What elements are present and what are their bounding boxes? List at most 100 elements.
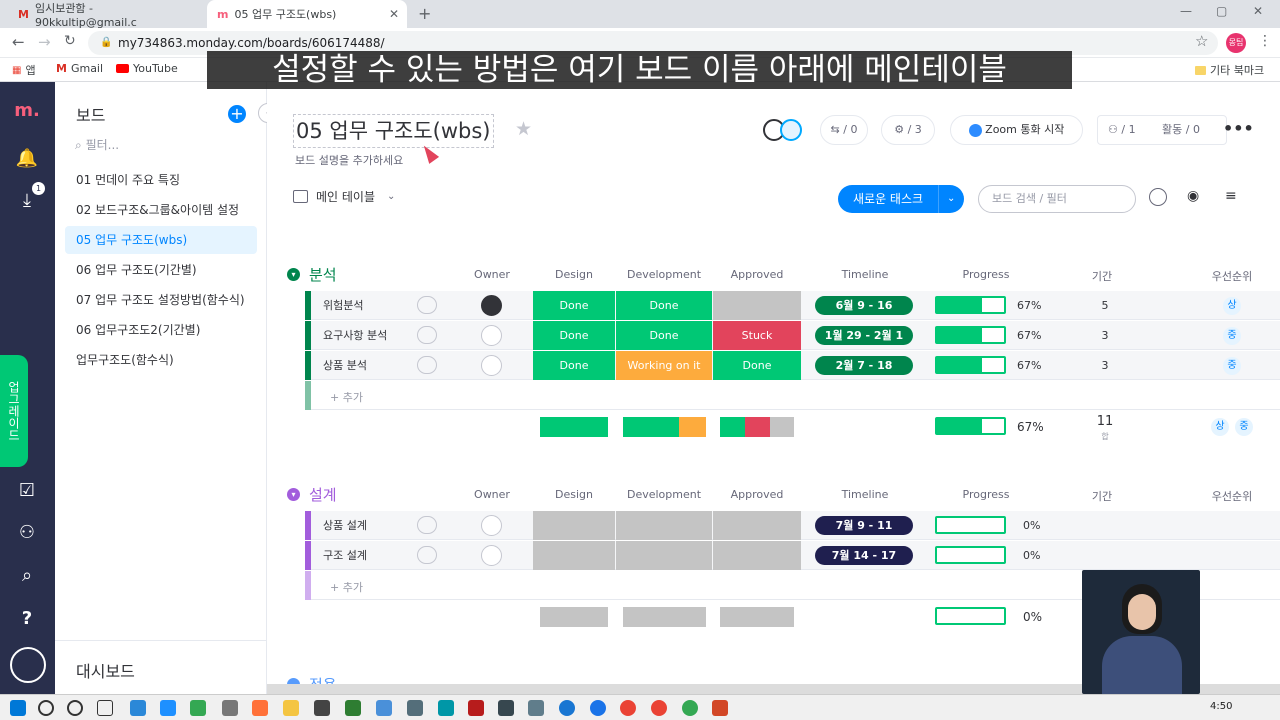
members-button[interactable]: ⚇ / 1 [1108, 116, 1136, 144]
close-window-button[interactable]: ✕ [1253, 4, 1263, 18]
column-header-owner[interactable]: Owner [457, 488, 527, 501]
item-name[interactable]: 구조 설계 [323, 541, 367, 570]
board-item[interactable]: 07 업무 구조도 설정방법(함수식) [65, 286, 257, 314]
chat-bubble-icon[interactable] [417, 296, 437, 314]
app-icon[interactable] [559, 700, 575, 716]
column-header-owner[interactable]: Owner [457, 268, 527, 281]
activity-button[interactable]: 활동 / 0 [1162, 116, 1200, 144]
invite-user-icon[interactable]: ⚇ [14, 520, 40, 546]
column-header-timeline[interactable]: Timeline [815, 268, 915, 281]
user-avatar[interactable] [10, 647, 46, 683]
item-name[interactable]: 상품 분석 [323, 351, 367, 380]
dashboard-link[interactable]: 대시보드 [76, 658, 135, 682]
chat-bubble-icon[interactable] [417, 326, 437, 344]
star-icon[interactable]: ☆ [1195, 32, 1208, 50]
column-header-priority[interactable]: 우선순위 [1197, 488, 1267, 504]
priority-tag[interactable]: 상 [1223, 297, 1241, 315]
priority-tag[interactable]: 중 [1223, 327, 1241, 345]
owner-avatar[interactable] [481, 295, 502, 316]
app-icon[interactable] [345, 700, 361, 716]
column-header-development[interactable]: Development [615, 488, 713, 501]
zoom-call-button[interactable]: Zoom 통화 시작 [950, 115, 1083, 145]
bookmark-apps[interactable]: ▦ 앱 [12, 62, 36, 78]
forward-icon[interactable]: → [38, 33, 51, 51]
chrome-icon[interactable] [682, 700, 698, 716]
app-icon[interactable] [438, 700, 454, 716]
timeline-pill[interactable]: 2월 7 - 18 [815, 356, 913, 375]
column-header-development[interactable]: Development [615, 268, 713, 281]
status-approved[interactable] [713, 541, 801, 570]
status-development[interactable]: Working on it [616, 351, 712, 380]
column-header-design[interactable]: Design [533, 268, 615, 281]
column-header-progress[interactable]: Progress [935, 268, 1037, 281]
reload-icon[interactable]: ↻ [64, 33, 76, 49]
search-icon[interactable]: ⌕ [14, 563, 40, 589]
new-tab-button[interactable]: + [418, 4, 431, 23]
filter-input[interactable]: ⌕ 필터... [75, 136, 255, 156]
chat-bubble-icon[interactable] [417, 516, 437, 534]
filter-lines-icon[interactable]: ≡ [1225, 188, 1237, 204]
status-design[interactable]: Done [533, 321, 615, 350]
app-icon[interactable] [222, 700, 238, 716]
period-value[interactable]: 3 [1085, 359, 1125, 372]
help-icon[interactable]: ? [14, 606, 40, 632]
chat-bubble-icon[interactable] [417, 356, 437, 374]
chrome-icon[interactable] [651, 700, 667, 716]
minimize-button[interactable]: — [1180, 4, 1192, 18]
timeline-pill[interactable]: 7월 9 - 11 [815, 516, 913, 535]
app-icon[interactable] [407, 700, 423, 716]
board-description[interactable]: 보드 설명을 추가하세요 [295, 152, 403, 168]
add-item-label[interactable]: + 추가 [330, 389, 363, 405]
status-design[interactable] [533, 541, 615, 570]
app-icon[interactable] [498, 700, 514, 716]
folder-icon[interactable] [283, 700, 299, 716]
windows-start-icon[interactable] [10, 700, 26, 716]
task-view-icon[interactable] [97, 700, 113, 716]
item-name[interactable]: 요구사항 분석 [323, 321, 387, 350]
status-approved[interactable] [713, 511, 801, 540]
column-header-period[interactable]: 기간 [1067, 268, 1137, 284]
app-icon[interactable] [468, 700, 484, 716]
chrome-icon[interactable] [620, 700, 636, 716]
owner-avatar[interactable] [481, 355, 502, 376]
column-header-approved[interactable]: Approved [713, 268, 801, 281]
status-development[interactable] [616, 541, 712, 570]
owner-avatar[interactable] [481, 515, 502, 536]
status-approved[interactable]: Done [713, 351, 801, 380]
column-header-priority[interactable]: 우선순위 [1197, 268, 1267, 284]
maximize-button[interactable]: ▢ [1216, 4, 1227, 18]
edge-icon[interactable] [130, 700, 146, 716]
add-board-button[interactable]: + [228, 105, 246, 123]
owner-avatar[interactable] [481, 325, 502, 346]
item-name[interactable]: 위험분석 [323, 291, 363, 320]
status-approved[interactable] [713, 291, 801, 320]
back-icon[interactable]: ← [12, 33, 25, 51]
column-header-timeline[interactable]: Timeline [815, 488, 915, 501]
table-row[interactable]: 구조 설계 7월 14 - 17 0% [305, 541, 1280, 570]
powerpoint-icon[interactable] [712, 700, 728, 716]
firefox-icon[interactable] [252, 700, 268, 716]
updates-button[interactable]: ⇆ / 0 [820, 115, 868, 145]
monday-logo-icon[interactable]: m. [14, 98, 40, 124]
status-design[interactable]: Done [533, 351, 615, 380]
person-filter-icon[interactable] [1149, 188, 1167, 206]
table-row[interactable]: 상품 분석 Done Working on it Done 2월 7 - 18 … [305, 351, 1280, 380]
close-tab-icon[interactable]: ✕ [389, 7, 399, 21]
group-collapse-icon[interactable]: ▾ [287, 268, 300, 281]
table-row[interactable]: 위험분석 Done Done 6월 9 - 16 67% 5 상 [305, 291, 1280, 320]
chat-bubble-icon[interactable] [417, 546, 437, 564]
board-item[interactable]: 06 업무 구조도(기간별) [65, 256, 257, 284]
timeline-pill[interactable]: 7월 14 - 17 [815, 546, 913, 565]
eye-hide-icon[interactable]: ◉ [1187, 188, 1199, 204]
chrome-icon[interactable] [590, 700, 606, 716]
group-title[interactable]: 분석 [309, 264, 337, 285]
period-value[interactable]: 5 [1085, 299, 1125, 312]
view-selector[interactable]: 메인 테이블 ⌄ [293, 188, 395, 205]
status-development[interactable]: Done [616, 291, 712, 320]
add-item-label[interactable]: + 추가 [330, 579, 363, 595]
invite-icon[interactable] [780, 119, 802, 141]
my-work-icon[interactable]: ☑ [14, 478, 40, 504]
search-icon[interactable] [38, 700, 54, 716]
new-task-button[interactable]: 새로운 태스크 ⌄ [838, 185, 964, 213]
bookmark-youtube[interactable]: YouTube [116, 62, 178, 75]
